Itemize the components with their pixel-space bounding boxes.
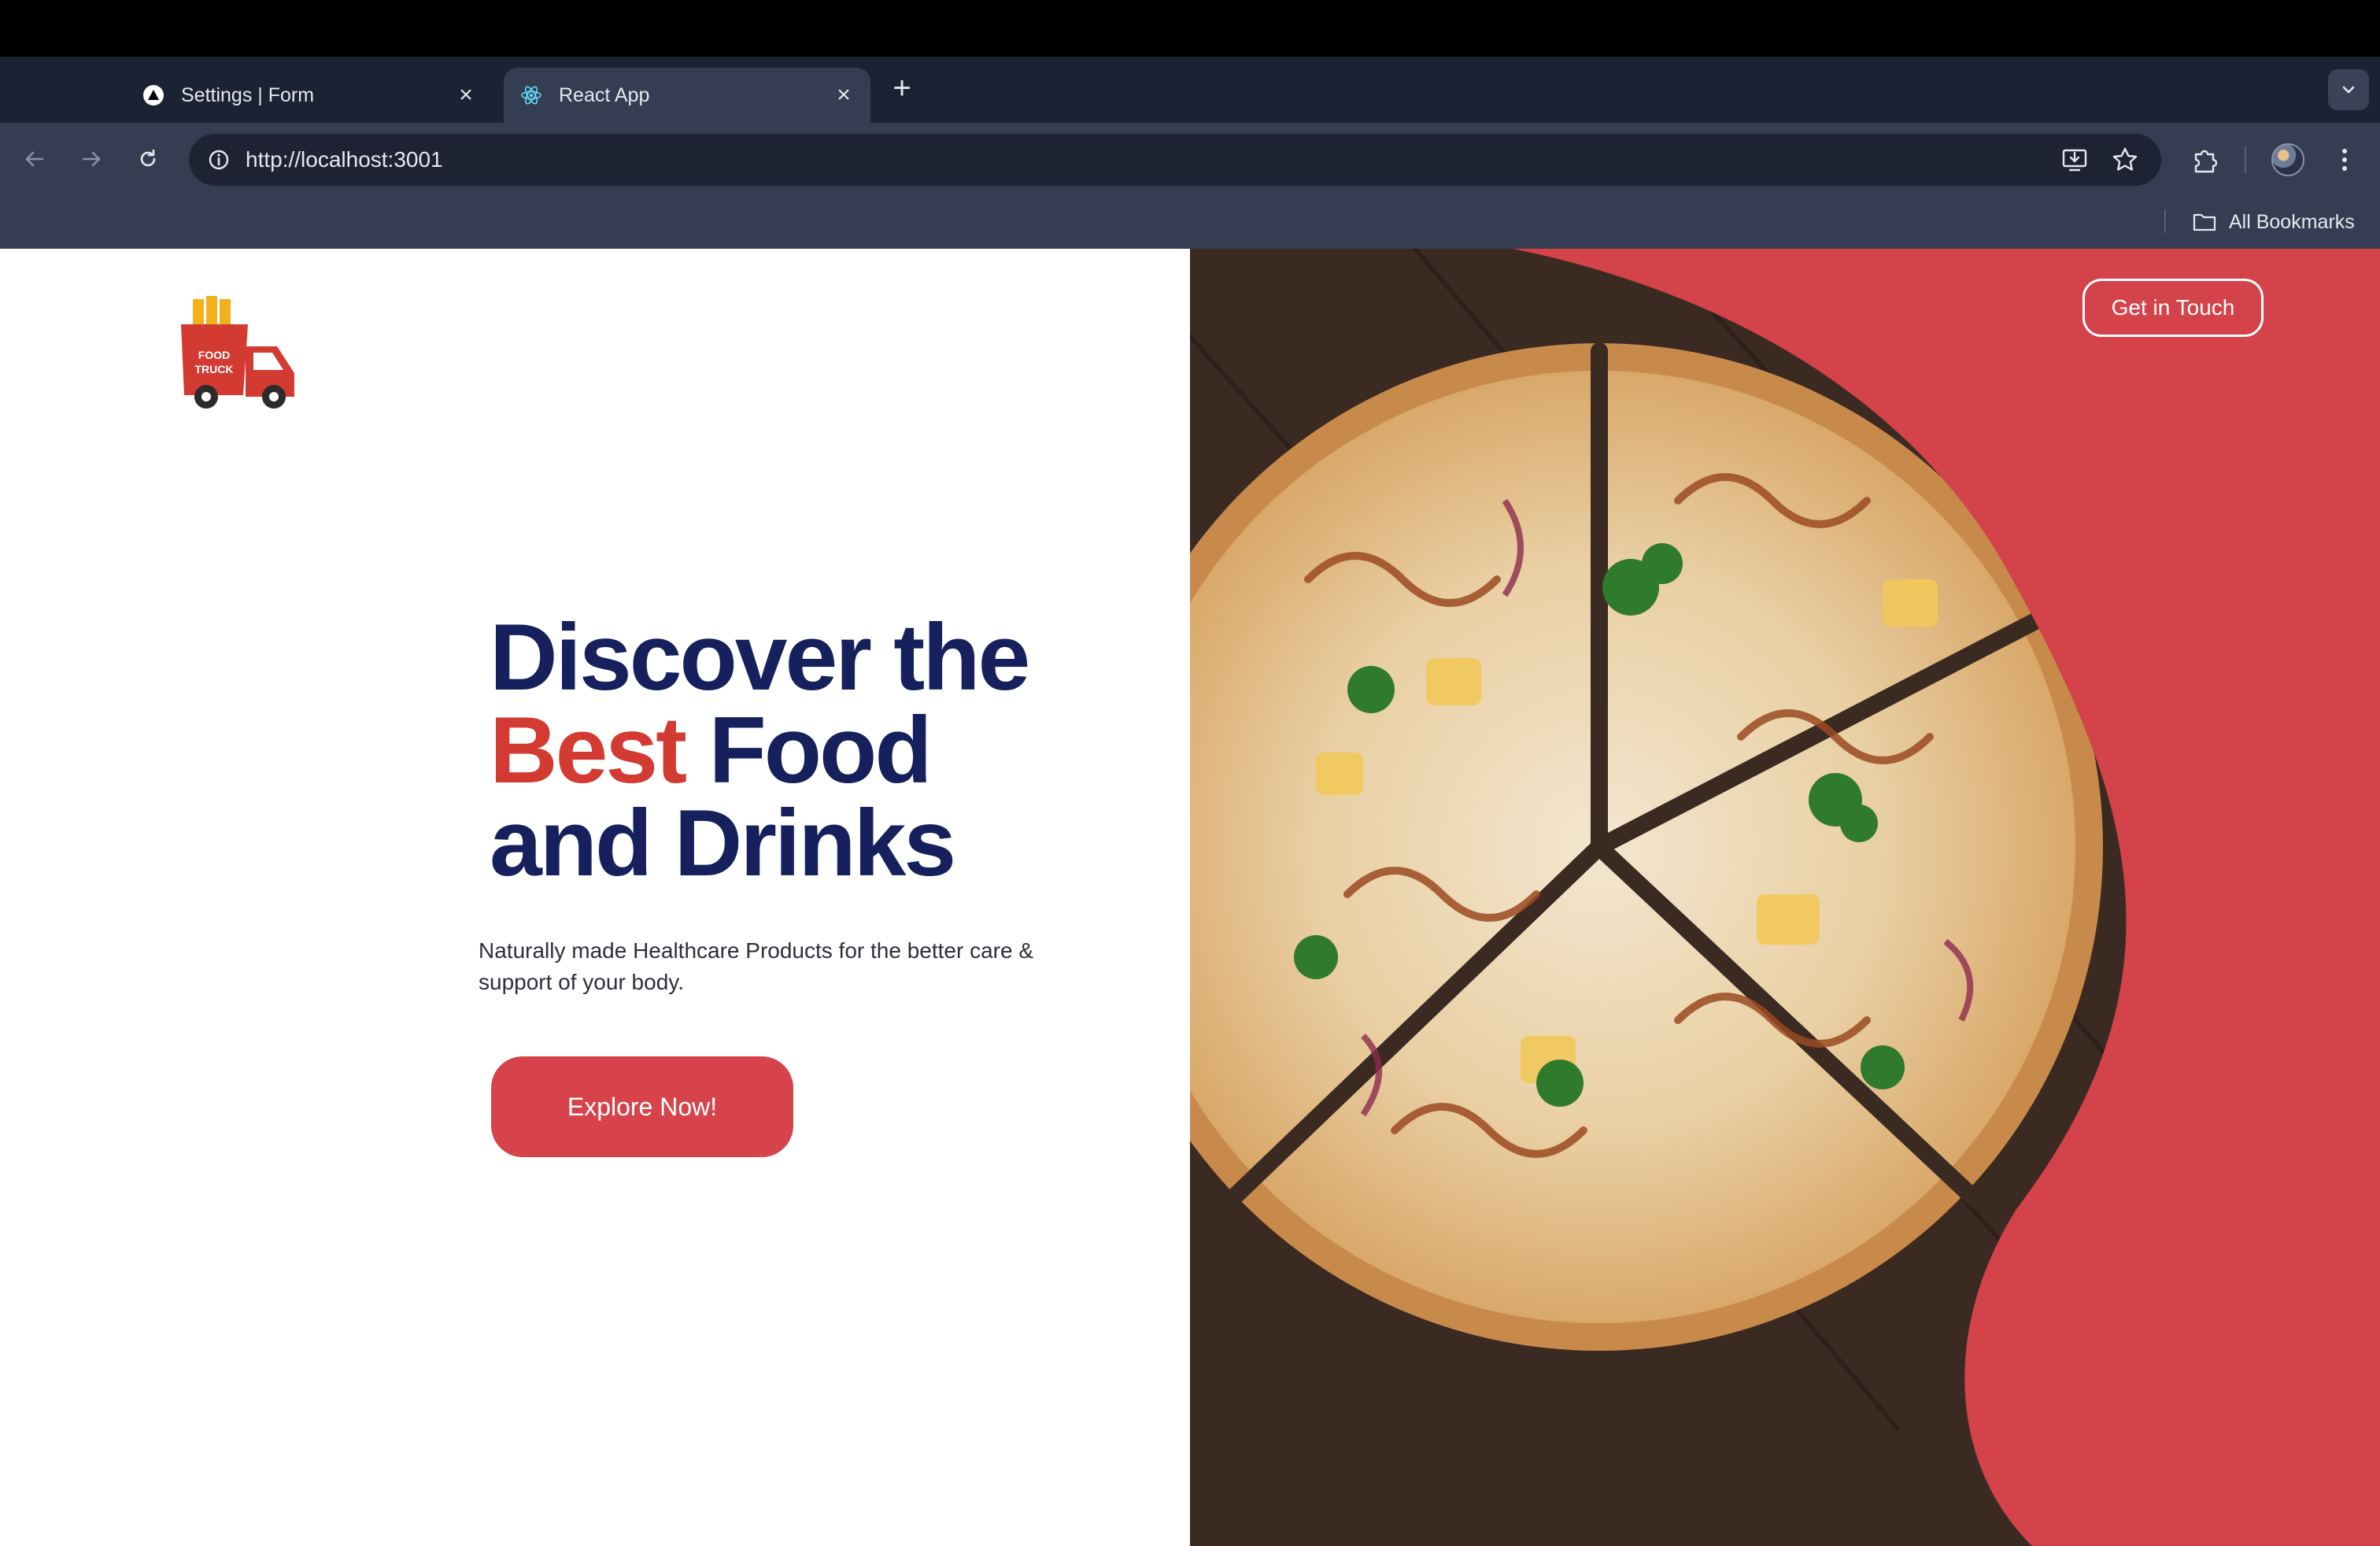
tab-settings-form[interactable]: Settings | Form × (126, 68, 493, 123)
bookmark-star-icon[interactable] (2109, 144, 2141, 176)
folder-icon (2191, 209, 2218, 235)
get-in-touch-button[interactable]: Get in Touch (2082, 279, 2264, 337)
headline-line-3: and Drinks (490, 790, 956, 896)
headline-accent: Best (490, 697, 687, 803)
svg-text:FOOD: FOOD (198, 349, 230, 361)
site-info-icon[interactable] (203, 144, 235, 176)
tab-strip: Settings | Form × React App × (0, 57, 2380, 123)
bookmarks-divider (2164, 209, 2166, 233)
vercel-triangle-icon (142, 83, 165, 107)
forward-button[interactable] (72, 140, 110, 178)
all-bookmarks-label: All Bookmarks (2229, 210, 2355, 233)
headline-line-2: Food (685, 697, 932, 803)
back-button[interactable] (16, 140, 54, 178)
react-logo-icon (519, 83, 543, 107)
explore-now-button[interactable]: Explore Now! (491, 1056, 793, 1157)
profile-avatar[interactable] (2271, 143, 2304, 176)
reload-button[interactable] (129, 140, 167, 178)
new-tab-button[interactable]: + (886, 72, 918, 104)
web-page: Get in Touch FOOD TRUCK Discover the Bes… (0, 249, 2380, 1546)
tab-search-button[interactable] (2328, 69, 2369, 110)
address-bar[interactable]: http://localhost:3001 (189, 134, 2161, 186)
all-bookmarks-button[interactable]: All Bookmarks (2191, 206, 2355, 238)
kebab-menu-icon[interactable] (2326, 142, 2363, 178)
hero-headline: Discover the Best Food and Drinks (490, 610, 1030, 890)
svg-text:TRUCK: TRUCK (195, 363, 234, 375)
chevron-down-icon (2342, 86, 2355, 94)
hero-subtitle: Naturally made Healthcare Products for t… (479, 938, 1034, 994)
headline-line-1: Discover the (490, 605, 1030, 710)
tab-react-app[interactable]: React App × (504, 68, 870, 123)
install-app-icon[interactable] (2059, 144, 2090, 176)
close-tab-icon[interactable]: × (828, 80, 859, 111)
tab-title: React App (559, 83, 650, 106)
toolbar-divider (2245, 146, 2246, 173)
reload-icon (140, 149, 156, 167)
close-tab-icon[interactable]: × (450, 80, 482, 111)
food-truck-logo: FOOD TRUCK (181, 296, 294, 409)
tab-title: Settings | Form (181, 83, 315, 106)
url-text[interactable]: http://localhost:3001 (246, 134, 443, 186)
pizza-hero-image (1190, 249, 2380, 1546)
arrow-left-icon (25, 151, 44, 167)
arrow-right-icon (82, 151, 101, 167)
extensions-puzzle-icon[interactable] (2186, 142, 2223, 178)
bookmarks-bar (0, 195, 2380, 249)
os-menu-bar (0, 0, 2380, 57)
